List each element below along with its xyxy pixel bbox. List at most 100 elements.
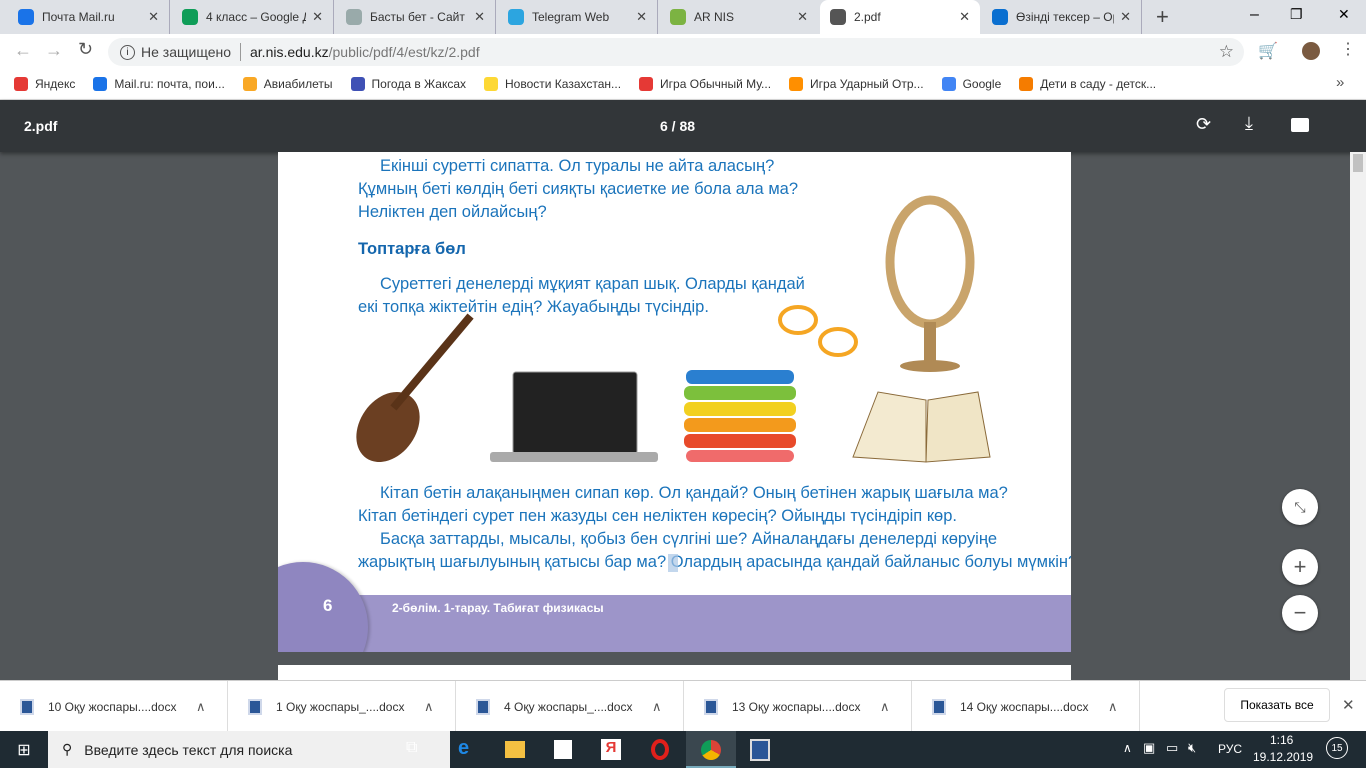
close-tab-icon[interactable]: ✕: [959, 9, 970, 25]
bookmark[interactable]: Погода в Жаксах: [350, 76, 467, 91]
task-view-icon[interactable]: ⧉: [406, 739, 417, 757]
scrollbar[interactable]: [1350, 152, 1366, 680]
address-bar[interactable]: i Не защищено ar.nis.edu.kz/public/pdf/4…: [108, 38, 1244, 66]
towels-image: [684, 370, 796, 462]
forward-icon[interactable]: →: [45, 40, 63, 61]
tab[interactable]: AR NIS ✕: [660, 0, 818, 34]
download-item[interactable]: 1 Оқу жоспары_....docx ∧: [228, 681, 456, 732]
new-tab-button[interactable]: +: [1156, 4, 1169, 30]
download-filename: 14 Оқу жоспары....docx: [960, 699, 1089, 714]
info-icon[interactable]: i: [120, 44, 135, 60]
tab-title: Өзінді тексер – Ор: [1016, 10, 1115, 24]
download-item[interactable]: 4 Оқу жоспары_....docx ∧: [456, 681, 684, 732]
notifications-icon[interactable]: 15: [1326, 737, 1348, 759]
bookmark[interactable]: Mail.ru: почта, пои...: [93, 76, 225, 91]
close-downloads-icon[interactable]: ✕: [1342, 696, 1355, 714]
start-button[interactable]: ⊞: [0, 731, 48, 768]
battery-icon[interactable]: ▭: [1166, 740, 1178, 756]
close-tab-icon[interactable]: ✕: [474, 9, 485, 25]
network-icon[interactable]: ▣: [1143, 740, 1155, 756]
chevron-up-icon[interactable]: ∧: [196, 699, 206, 715]
illustrations: [356, 195, 991, 463]
zoom-out-button[interactable]: −: [1282, 595, 1318, 631]
chevron-up-icon[interactable]: ∧: [1108, 699, 1118, 715]
rotate-icon[interactable]: ⟳: [1196, 114, 1211, 135]
bookmark-label: Дети в саду - детск...: [1040, 76, 1157, 91]
glasses-image: [778, 305, 858, 357]
tab-title: 4 класс – Google Д: [206, 10, 307, 24]
text-line: жарықтың шағылуының қатысы бар ма? Олард…: [358, 553, 1071, 571]
pdf-title: 2.pdf: [24, 118, 58, 134]
download-icon[interactable]: ⤓: [1245, 113, 1253, 134]
download-item[interactable]: 10 Оқу жоспары....docx ∧: [0, 681, 228, 732]
clock-time[interactable]: 1:16: [1270, 733, 1293, 747]
star-icon[interactable]: ☆: [1219, 42, 1234, 62]
close-tab-icon[interactable]: ✕: [1120, 9, 1131, 25]
menu-icon[interactable]: ⋮: [1340, 39, 1356, 59]
chrome-taskbar-button[interactable]: [686, 731, 736, 768]
bookmark[interactable]: Авиабилеты: [242, 76, 333, 91]
bookmark[interactable]: Новости Казахстан...: [484, 76, 621, 91]
download-item[interactable]: 13 Оқу жоспары....docx ∧: [684, 681, 912, 732]
print-icon[interactable]: [1291, 118, 1309, 132]
volume-icon[interactable]: 🔇︎: [1188, 740, 1196, 756]
close-tab-icon[interactable]: ✕: [636, 9, 647, 25]
tray-chevron-icon[interactable]: ∧: [1123, 741, 1132, 755]
close-tab-icon[interactable]: ✕: [797, 9, 808, 25]
download-item[interactable]: 14 Оқу жоспары....docx ∧: [912, 681, 1140, 732]
chevron-up-icon[interactable]: ∧: [652, 699, 662, 715]
book-image: [852, 391, 991, 463]
chevron-up-icon[interactable]: ∧: [880, 699, 890, 715]
taskbar-search[interactable]: ⚲ Введите здесь текст для поиска: [48, 731, 450, 768]
text-line: Басқа заттарды, мысалы, қобыз бен сүлгін…: [380, 530, 998, 548]
language-indicator[interactable]: РУС: [1218, 742, 1242, 756]
close-tab-icon[interactable]: ✕: [148, 9, 159, 25]
close-window-button[interactable]: ✕: [1338, 6, 1350, 23]
word-icon[interactable]: [750, 739, 770, 761]
tab[interactable]: Басты бет - Сайт Н ✕: [336, 0, 496, 34]
minimize-button[interactable]: –: [1250, 6, 1259, 24]
tab[interactable]: Почта Mail.ru ✕: [8, 0, 170, 34]
edge-icon[interactable]: e: [458, 737, 469, 760]
chevron-up-icon[interactable]: ∧: [424, 699, 434, 715]
bookmarks-more[interactable]: »: [1336, 74, 1344, 91]
bookmark-label: Игра Ударный Отр...: [810, 76, 924, 91]
bookmark-icon: [941, 76, 956, 91]
bookmark-label: Яндекс: [35, 76, 76, 91]
zoom-in-button[interactable]: +: [1282, 549, 1318, 585]
store-icon[interactable]: [554, 740, 572, 759]
bookmark[interactable]: Google: [941, 76, 1001, 91]
favicon-icon: [670, 9, 686, 25]
back-icon[interactable]: ←: [14, 40, 32, 61]
word-file-icon: [248, 698, 262, 715]
show-all-button[interactable]: Показать все: [1224, 688, 1330, 722]
bookmark-label: Mail.ru: почта, пои...: [114, 76, 225, 91]
tab-title: 2.pdf: [854, 10, 881, 24]
bookmark[interactable]: Игра Обычный Му...: [639, 76, 771, 91]
bookmark-icon: [1019, 76, 1034, 91]
avatar[interactable]: [1302, 42, 1320, 60]
search-icon: ⚲: [62, 741, 73, 757]
tab[interactable]: 4 класс – Google Д ✕: [172, 0, 334, 34]
bookmark[interactable]: Игра Ударный Отр...: [789, 76, 924, 91]
text-line: Кітап бетіндегі сурет пен жазуды сен нел…: [358, 507, 957, 525]
bookmark-label: Погода в Жаксах: [371, 76, 467, 91]
yandex-browser-icon[interactable]: Я: [601, 739, 621, 760]
tab[interactable]: Өзінді тексер – Ор ✕: [982, 0, 1142, 34]
cart-icon[interactable]: 🛒: [1258, 41, 1278, 61]
tab[interactable]: 2.pdf ✕: [820, 0, 980, 34]
clock-date[interactable]: 19.12.2019: [1253, 750, 1313, 764]
page-indicator: 6 / 88: [660, 118, 696, 134]
bookmark[interactable]: Дети в саду - детск...: [1019, 76, 1157, 91]
tab-strip: Почта Mail.ru ✕ 4 класс – Google Д ✕ Басты б…: [0, 0, 1366, 34]
bookmark[interactable]: Яндекс: [14, 76, 76, 91]
maximize-button[interactable]: ❐: [1290, 6, 1303, 23]
tab[interactable]: Telegram Web ✕: [498, 0, 658, 34]
explorer-icon[interactable]: [505, 741, 525, 758]
reload-icon[interactable]: ↻: [78, 39, 93, 60]
text-line: Кітап бетін алақаныңмен сипап көр. Ол қа…: [380, 484, 1008, 502]
bookmark-icon: [350, 76, 365, 91]
fit-page-button[interactable]: ⤡: [1282, 489, 1318, 525]
close-tab-icon[interactable]: ✕: [312, 9, 323, 25]
opera-icon[interactable]: [651, 739, 669, 760]
